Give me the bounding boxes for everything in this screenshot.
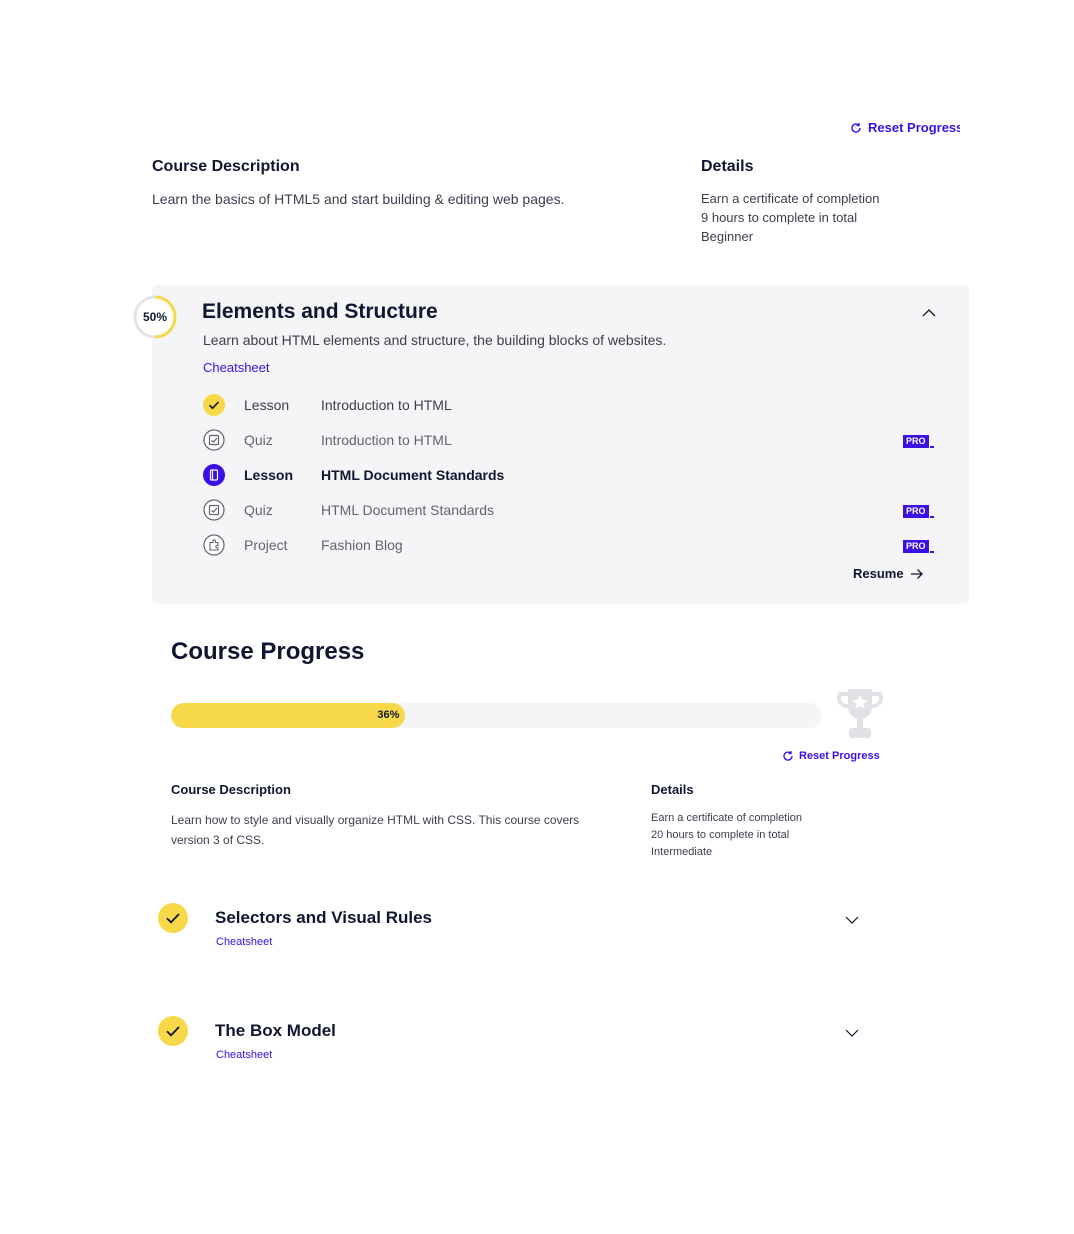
lesson-icon <box>203 464 225 486</box>
item-type: Lesson <box>244 397 290 413</box>
project-icon <box>203 534 225 556</box>
item-name: Fashion Blog <box>321 537 403 553</box>
check-circle-icon <box>203 394 225 416</box>
cheatsheet-link[interactable]: Cheatsheet <box>203 360 270 375</box>
quiz-icon <box>203 429 225 451</box>
pro-badge: PRO <box>903 434 934 448</box>
module-item[interactable]: Lesson Introduction to HTML <box>203 392 943 418</box>
reset-progress-link[interactable]: Reset Progress <box>782 750 880 762</box>
item-type: Quiz <box>244 432 273 448</box>
module-item[interactable]: Project Fashion Blog PRO <box>203 532 943 558</box>
refresh-icon <box>783 751 793 761</box>
course-progress-heading: Course Progress <box>171 638 365 665</box>
detail-certificate: Earn a certificate of completion <box>701 191 880 206</box>
course-description-heading: Course Description <box>152 158 300 175</box>
pro-badge: PRO <box>903 504 934 518</box>
cheatsheet-link[interactable]: Cheatsheet <box>216 1049 272 1061</box>
arrow-right-icon <box>910 568 923 579</box>
chevron-up-icon[interactable] <box>920 305 938 321</box>
module-item[interactable]: Quiz Introduction to HTML PRO <box>203 427 943 453</box>
resume-label: Resume <box>853 566 904 581</box>
module-title[interactable]: The Box Model <box>215 1021 336 1041</box>
item-type: Lesson <box>244 467 294 483</box>
trophy-icon <box>830 686 890 744</box>
module-title: Elements and Structure <box>202 300 438 323</box>
item-type: Quiz <box>244 502 273 518</box>
course-description-text: Learn how to style and visually organize… <box>171 813 580 847</box>
module-description: Learn about HTML elements and structure,… <box>203 332 667 348</box>
chevron-down-icon[interactable] <box>844 1026 860 1045</box>
module-item[interactable]: Quiz HTML Document Standards PRO <box>203 497 943 523</box>
reset-progress-label: Reset Progress <box>868 120 960 135</box>
item-name: HTML Document Standards <box>321 467 505 483</box>
course-description-text: Learn the basics of HTML5 and start buil… <box>152 191 565 207</box>
module-item[interactable]: Lesson HTML Document Standards <box>203 462 943 488</box>
item-name: HTML Document Standards <box>321 502 494 518</box>
course-description-heading: Course Description <box>171 782 291 797</box>
refresh-icon <box>851 122 861 133</box>
detail-duration: 9 hours to complete in total <box>701 210 858 225</box>
check-circle-icon <box>158 1016 188 1046</box>
details-heading: Details <box>651 782 694 797</box>
details-list: Earn a certificate of completion 20 hour… <box>651 810 802 861</box>
progress-bar: 36% <box>171 703 822 728</box>
resume-button[interactable]: Resume <box>853 566 924 581</box>
module-progress-percent: 50% <box>142 310 168 324</box>
details-heading: Details <box>701 158 754 175</box>
quiz-icon <box>203 499 225 521</box>
detail-level: Intermediate <box>651 846 713 858</box>
item-type: Project <box>244 537 288 553</box>
reset-progress-label: Reset Progress <box>799 750 880 762</box>
module-complete-check <box>158 1016 188 1051</box>
module-complete-check <box>158 903 188 938</box>
pro-badge: PRO <box>903 539 934 553</box>
detail-duration: 20 hours to complete in total <box>651 829 790 841</box>
cheatsheet-link[interactable]: Cheatsheet <box>216 936 272 948</box>
detail-level: Beginner <box>701 229 754 244</box>
module-title[interactable]: Selectors and Visual Rules <box>215 908 432 928</box>
details-list: Earn a certificate of completion 9 hours… <box>701 189 879 246</box>
item-name: Introduction to HTML <box>321 432 452 448</box>
module-progress-ring: 50% <box>132 294 178 340</box>
item-name: Introduction to HTML <box>321 397 452 413</box>
progress-percent: 36% <box>377 709 400 721</box>
progress-bar-fill: 36% <box>171 703 406 728</box>
reset-progress-link-top[interactable]: Reset Progress <box>850 117 960 135</box>
detail-certificate: Earn a certificate of completion <box>651 812 803 824</box>
chevron-down-icon[interactable] <box>844 913 860 932</box>
check-circle-icon <box>158 903 188 933</box>
